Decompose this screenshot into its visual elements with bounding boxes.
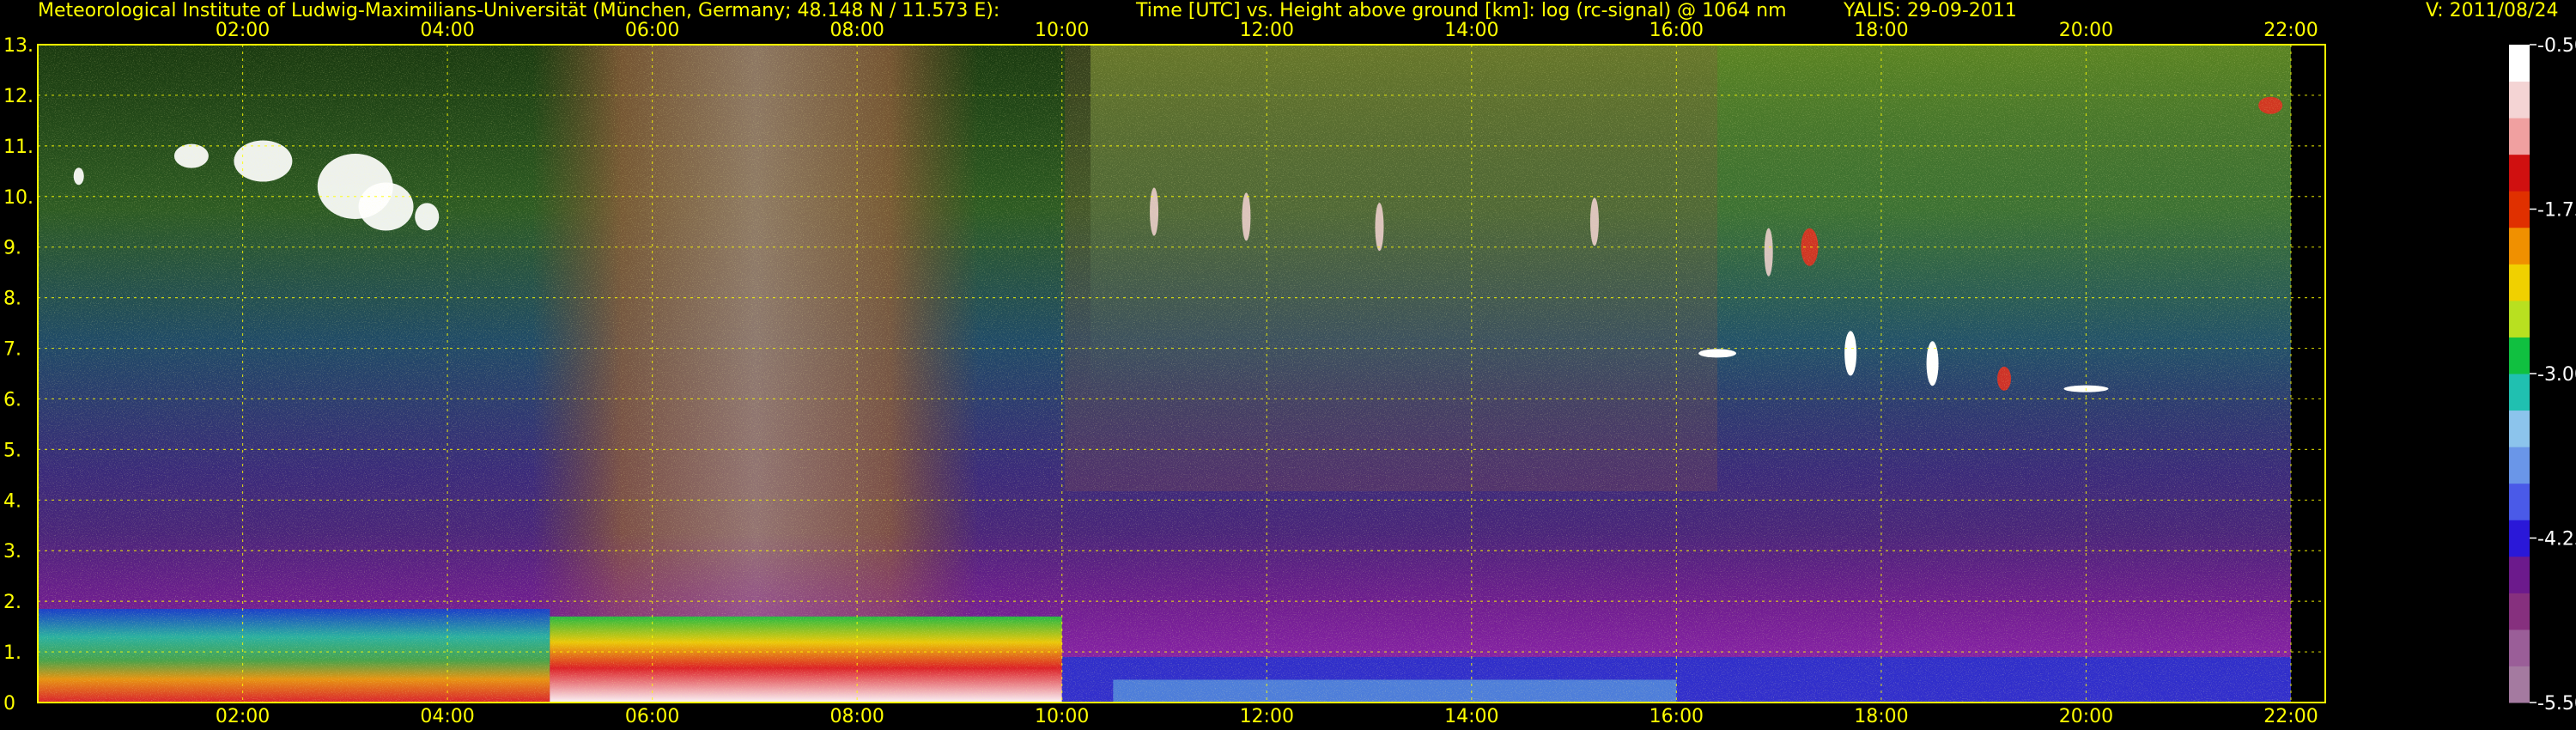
x-tick-label-bottom: 10:00	[1035, 706, 1089, 727]
x-tick-label-top: 06:00	[625, 20, 679, 41]
x-tick-label-top: 04:00	[420, 20, 474, 41]
institute-title: Meteorological Institute of Ludwig-Maxim…	[38, 0, 1000, 21]
heatmap-layer	[38, 45, 2291, 703]
x-tick-label-bottom: 22:00	[2263, 706, 2318, 727]
x-tick-label-top: 18:00	[1854, 20, 1908, 41]
no-data-region	[2291, 45, 2497, 703]
version-label: V: 2011/08/24	[2426, 0, 2559, 21]
y-tick-label: 8.	[3, 289, 21, 310]
x-tick-label-top: 20:00	[2059, 20, 2113, 41]
x-tick-label-bottom: 06:00	[625, 706, 679, 727]
y-tick-label: 6.	[3, 389, 21, 411]
x-tick-label-top: 14:00	[1444, 20, 1498, 41]
x-tick-label-bottom: 02:00	[216, 706, 270, 727]
y-tick-label: 2.	[3, 592, 21, 613]
x-tick-label-bottom: 04:00	[420, 706, 474, 727]
x-tick-label-top: 22:00	[2263, 20, 2318, 41]
y-axis-ticks: 0 1. 2. 3. 4. 5. 6. 7. 8. 9. 10. 11. 12. 13.	[3, 35, 33, 715]
x-tick-label-top: 12:00	[1240, 20, 1294, 41]
x-tick-label-bottom: 12:00	[1240, 706, 1294, 727]
lidar-time-height-plot: 02:00 02:00 04:00 04:00 06:00 06:00 08:00 08:00…	[3, 20, 2497, 727]
y-tick-label: 13.	[3, 35, 33, 57]
x-tick-label-bottom: 08:00	[829, 706, 884, 727]
x-tick-label-top: 02:00	[216, 20, 270, 41]
y-tick-label: 10.	[3, 187, 33, 209]
x-tick-label-bottom: 14:00	[1444, 706, 1498, 727]
x-tick-label-bottom: 16:00	[1649, 706, 1704, 727]
y-tick-label: 7.	[3, 339, 21, 361]
y-tick-label: 4.	[3, 490, 21, 512]
x-tick-label-bottom: 18:00	[1854, 706, 1908, 727]
y-tick-label: 11.	[3, 137, 33, 158]
x-tick-label-top: 10:00	[1035, 20, 1089, 41]
y-tick-label: 3.	[3, 541, 21, 563]
y-tick-label: 1.	[3, 642, 21, 664]
signal-noise-texture	[38, 45, 2291, 703]
y-tick-label: 9.	[3, 238, 21, 259]
x-tick-label-bottom: 20:00	[2059, 706, 2113, 727]
y-tick-label: 0	[3, 693, 15, 715]
plot-description: Time [UTC] vs. Height above ground [km]:…	[1136, 0, 1787, 21]
x-tick-label-top: 08:00	[829, 20, 884, 41]
instrument-date: YALIS: 29-09-2011	[1844, 0, 2017, 21]
x-tick-label-top: 16:00	[1649, 20, 1704, 41]
y-tick-label: 12.	[3, 86, 33, 107]
y-tick-label: 5.	[3, 440, 21, 461]
